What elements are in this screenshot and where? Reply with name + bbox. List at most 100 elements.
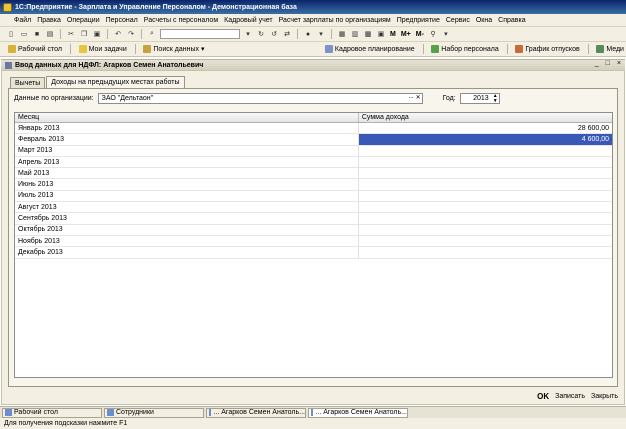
menu-edit[interactable]: Правка [37,17,61,24]
table-icon[interactable]: ▦ [337,29,347,39]
taskbar-item-ndfl-form[interactable]: ... Агарков Семен Анатоль... [308,407,408,418]
year-field[interactable]: 2013 ▲ ▼ [459,93,500,104]
menu-service[interactable]: Сервис [446,17,470,24]
table-row[interactable]: Октябрь 2013 [15,224,612,236]
minimize-icon[interactable]: _ [595,60,599,67]
memory-minus-button[interactable]: M- [415,31,425,38]
month-cell[interactable]: Ноябрь 2013 [15,235,359,247]
find-next-icon[interactable]: ↻ [256,29,266,39]
menu-personnel[interactable]: Персонал [106,17,138,24]
maximize-icon[interactable]: □ [606,60,610,67]
undo-icon[interactable]: ↶ [113,29,123,39]
amount-cell[interactable]: 28 600,00 [359,123,612,133]
amount-cell[interactable] [359,213,612,223]
table-row[interactable]: Ноябрь 2013 [15,235,612,248]
chevron-down-icon[interactable]: ▾ [441,29,451,39]
replace-icon[interactable]: ⇄ [282,29,292,39]
calendar-icon[interactable]: ▣ [376,29,386,39]
table-row[interactable]: Июль 2013 [15,190,612,203]
select-ellipsis-icon[interactable]: ... [409,94,414,101]
taskbar-item-employees[interactable]: Сотрудники [104,407,204,418]
desktop-button[interactable]: Рабочий стол [6,45,64,53]
month-cell[interactable]: Апрель 2013 [15,156,359,168]
memory-button[interactable]: M [389,31,397,38]
month-cell[interactable]: Август 2013 [15,202,359,213]
menu-payroll-settlements[interactable]: Расчеты с персоналом [144,17,218,24]
table-row[interactable]: Август 2013 [15,202,612,214]
menu-file[interactable]: Файл [14,17,31,24]
amount-cell[interactable] [359,157,612,167]
month-cell[interactable]: Март 2013 [15,145,359,156]
table-row[interactable]: Декабрь 2013 [15,247,612,259]
month-cell[interactable]: Октябрь 2013 [15,224,359,235]
amount-cell[interactable] [359,168,612,178]
month-cell[interactable]: Февраль 2013 [15,134,359,145]
amount-cell[interactable] [359,202,612,212]
taskbar-item-desktop[interactable]: Рабочий стол [2,407,102,418]
table-row[interactable]: Сентябрь 2013 [15,213,612,225]
table-row[interactable]: Июнь 2013 [15,179,612,191]
amount-cell[interactable] [359,191,612,201]
copy-icon[interactable]: ❐ [79,29,89,39]
dropdown-arrow-icon[interactable]: ▾ [243,29,253,39]
medical-button[interactable]: Меди [594,45,626,53]
month-cell[interactable]: Май 2013 [15,168,359,179]
my-tasks-button[interactable]: Мои задачи [77,45,129,53]
month-cell[interactable]: Декабрь 2013 [15,247,359,258]
search-combo[interactable] [160,29,240,39]
redo-icon[interactable]: ↷ [126,29,136,39]
menu-operations[interactable]: Операции [67,17,100,24]
year-spinner-icon[interactable]: ▲ ▼ [493,94,498,104]
amount-cell[interactable] [359,146,612,156]
amount-cell[interactable]: 4 600,00 [358,134,612,145]
hr-planning-button[interactable]: Кадровое планирование [323,45,417,53]
memory-plus-button[interactable]: M+ [400,31,412,38]
menu-windows[interactable]: Окна [476,17,492,24]
clear-icon[interactable]: ✕ [416,94,421,101]
find-icon[interactable]: ⌕ [147,29,157,39]
menu-help[interactable]: Справка [498,17,525,24]
tab-deductions[interactable]: Вычеты [10,77,46,88]
report-icon[interactable]: ▥ [350,29,360,39]
cut-icon[interactable]: ✂ [66,29,76,39]
amount-cell[interactable] [359,179,612,189]
recruitment-button[interactable]: Набор персонала [429,45,500,53]
close-icon[interactable]: × [617,60,621,67]
table-row[interactable]: Май 2013 [15,168,612,180]
org-field[interactable]: ЗАО "Дельтаон" ... ✕ [97,93,423,104]
column-amount[interactable]: Сумма дохода [359,113,612,122]
new-document-icon[interactable]: ▯ [6,29,16,39]
month-cell[interactable]: Январь 2013 [15,123,359,134]
column-month[interactable]: Месяц [15,113,359,122]
amount-cell[interactable] [359,247,612,257]
amount-cell[interactable] [359,225,612,235]
vacation-schedule-button[interactable]: График отпусков [513,45,581,53]
menu-payroll-calc[interactable]: Расчет зарплаты по организациям [279,17,391,24]
amount-cell[interactable] [359,236,612,246]
close-button[interactable]: Закрыть [591,393,618,400]
month-cell[interactable]: Июнь 2013 [15,179,359,190]
tab-previous-income[interactable]: Доходы на предыдущих местах работы [46,76,185,88]
table-row[interactable]: Март 2013 [15,145,612,157]
find-prev-icon[interactable]: ↺ [269,29,279,39]
ok-button[interactable]: OK [537,392,549,401]
table-row[interactable]: Февраль 2013 4 600,00 [15,134,612,146]
table-row[interactable]: Январь 2013 28 600,00 [15,123,612,135]
month-cell[interactable]: Сентябрь 2013 [15,213,359,224]
chevron-down-icon[interactable]: ▾ [316,29,326,39]
open-folder-icon[interactable]: ▭ [19,29,29,39]
save-button[interactable]: Записать [555,393,585,400]
paste-icon[interactable]: ▣ [92,29,102,39]
calculator-icon[interactable]: ▩ [363,29,373,39]
save-icon[interactable]: ■ [32,29,42,39]
help-icon[interactable]: ● [303,29,313,39]
print-icon[interactable]: ▤ [45,29,55,39]
vacation-schedule-label: График отпусков [525,45,580,53]
month-cell[interactable]: Июль 2013 [15,190,359,202]
search-data-button[interactable]: Поиск данных ▾ [141,45,206,53]
taskbar-item-employee-card[interactable]: ... Агарков Семен Анатоль... [206,407,306,418]
menu-enterprise[interactable]: Предприятие [397,17,440,24]
table-row[interactable]: Апрель 2013 [15,156,612,169]
menu-hr[interactable]: Кадровый учет [224,17,272,24]
pin-icon[interactable]: ⚲ [428,29,438,39]
